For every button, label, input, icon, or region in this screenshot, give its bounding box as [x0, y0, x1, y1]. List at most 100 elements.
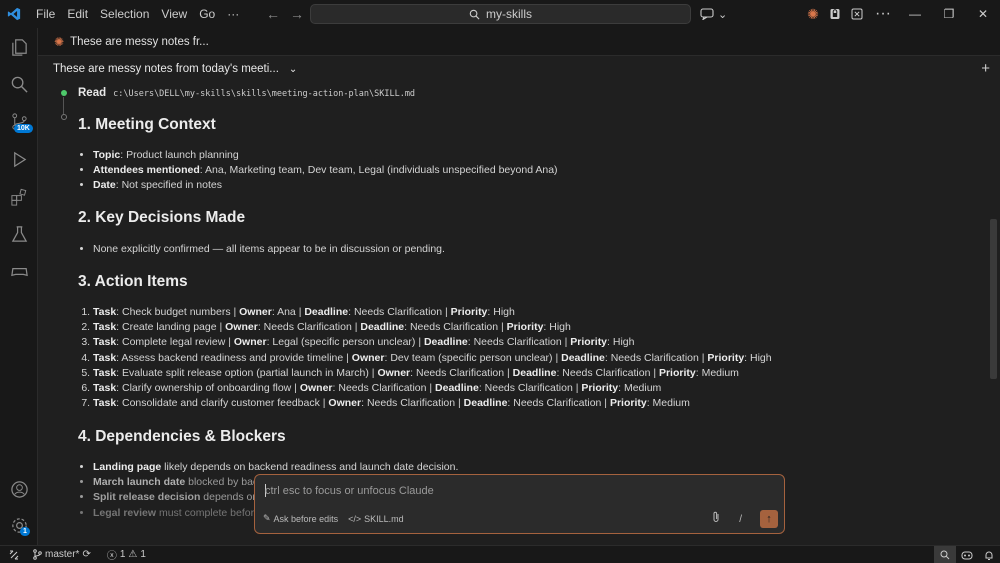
activity-bar: 10K 1 [0, 28, 38, 545]
git-branch-icon [33, 549, 42, 560]
claude-tab-icon: ✺ [54, 34, 65, 49]
action-item: Task: Check budget numbers | Owner: Ana … [93, 305, 772, 320]
minimize-button[interactable]: — [898, 0, 932, 28]
run-debug-icon[interactable] [0, 142, 38, 176]
lock-icon[interactable] [824, 0, 846, 28]
tab-claude-session[interactable]: ✺ These are messy notes fr... [38, 35, 209, 49]
action-item: Task: Assess backend readiness and provi… [93, 351, 772, 366]
chat-footer: ✎ Ask before edits </> SKILL.md [263, 513, 404, 524]
back-arrow-icon[interactable]: ← [266, 6, 280, 22]
file-context-chip[interactable]: </> SKILL.md [348, 514, 404, 524]
heading-meeting-context: 1. Meeting Context [78, 116, 216, 133]
chevron-down-icon: ⌄ [288, 63, 298, 75]
heading-key-decisions: 2. Key Decisions Made [78, 209, 246, 226]
menu-selection[interactable]: Selection [94, 0, 155, 28]
settings-badge: 1 [20, 527, 30, 536]
chat-sparkle-icon [700, 8, 714, 20]
action-item: Task: Clarify ownership of onboarding fl… [93, 381, 772, 396]
chat-toggle-button[interactable]: ⌄ [700, 4, 738, 24]
file-chip-label: SKILL.md [364, 513, 404, 524]
status-right [934, 546, 1000, 563]
error-icon: ⓧ [106, 551, 117, 562]
menu-more[interactable]: ··· [221, 0, 245, 28]
notifications-bell-icon[interactable] [978, 546, 1000, 563]
decisions-list: None explicitly confirmed — all items ap… [93, 242, 445, 257]
chat-input[interactable] [265, 483, 765, 499]
remote-gamepad-icon[interactable] [0, 254, 38, 288]
vscode-logo-icon [0, 0, 28, 28]
error-count: 1 [119, 549, 126, 560]
mode-label: Ask before edits [273, 513, 339, 524]
scrollbar-thumb[interactable] [990, 219, 997, 379]
action-item: Task: Create landing page | Owner: Needs… [93, 320, 772, 335]
code-icon: </> [348, 513, 362, 524]
timeline-dot [61, 114, 67, 120]
conversation-title-dropdown[interactable]: These are messy notes from today's meeti… [53, 63, 297, 75]
branch-status[interactable]: master* ⟳ [28, 549, 95, 560]
list-item: Date: Not specified in notes [93, 178, 558, 193]
search-icon [469, 9, 480, 19]
remote-indicator-icon[interactable] [0, 546, 28, 563]
chat-tools: / ↑ [711, 510, 778, 528]
restore-button[interactable]: ❐ [932, 0, 966, 28]
nav-arrows: ← → [266, 6, 304, 22]
action-item: Task: Consolidate and clarify customer f… [93, 396, 772, 411]
heading-dependencies: 4. Dependencies & Blockers [78, 428, 286, 445]
new-conversation-button[interactable]: + [981, 60, 990, 77]
heading-action-items: 3. Action Items [78, 273, 188, 290]
list-item: Topic: Product launch planning [93, 148, 558, 163]
copilot-icon[interactable] [956, 546, 978, 563]
read-label: Read [78, 87, 107, 99]
branch-name: master* [45, 549, 80, 560]
timeline-line [63, 97, 64, 115]
conversation-title: These are messy notes from today's meeti… [53, 63, 279, 75]
problems-status[interactable]: ⓧ 1 ⚠ 1 [103, 547, 150, 562]
conversation-header: These are messy notes from today's meeti… [38, 57, 1000, 83]
title-right-controls: ✺ ··· — ❐ ✕ [802, 0, 1000, 28]
list-item: None explicitly confirmed — all items ap… [93, 242, 445, 257]
warning-icon: ⚠ [128, 549, 138, 560]
menu-view[interactable]: View [155, 0, 193, 28]
tool-status-dot [61, 90, 67, 96]
chevron-down-icon: ⌄ [718, 8, 728, 21]
menu-file[interactable]: File [30, 0, 61, 28]
editor-tab-bar: ✺ These are messy notes fr... [38, 28, 1000, 56]
title-bar: File Edit Selection View Go ··· ← → my-s… [0, 0, 1000, 28]
warning-count: 1 [140, 549, 146, 560]
chat-input-box: ✎ Ask before edits </> SKILL.md / ↑ [254, 474, 785, 534]
zoom-icon[interactable] [934, 546, 956, 563]
ask-before-edits-button[interactable]: ✎ Ask before edits [263, 513, 338, 524]
sync-icon: ⟳ [82, 549, 91, 560]
context-list: Topic: Product launch planning Attendees… [93, 148, 558, 194]
explorer-icon[interactable] [0, 30, 38, 64]
close-panel-icon[interactable] [846, 0, 868, 28]
testing-flask-icon[interactable] [0, 217, 38, 251]
claude-logo-icon[interactable]: ✺ [802, 0, 824, 28]
action-item: Task: Complete legal review | Owner: Leg… [93, 335, 772, 350]
list-item: Attendees mentioned: Ana, Marketing team… [93, 163, 558, 178]
action-items-list: Task: Check budget numbers | Owner: Ana … [93, 305, 772, 411]
extensions-icon[interactable] [0, 180, 38, 214]
more-actions-icon[interactable]: ··· [868, 0, 898, 28]
command-center-text: my-skills [486, 7, 532, 21]
source-control-icon[interactable]: 10K [0, 104, 38, 138]
status-bar: master* ⟳ ⓧ 1 ⚠ 1 [0, 545, 1000, 563]
arrow-up-icon: ↑ [766, 513, 772, 525]
command-center[interactable]: my-skills [310, 4, 691, 24]
search-activity-icon[interactable] [0, 67, 38, 101]
attach-paperclip-icon[interactable] [711, 510, 721, 528]
slash-command-button[interactable]: / [739, 514, 742, 525]
pencil-icon: ✎ [263, 513, 271, 523]
read-tool-line: Read c:\Users\DELL\my-skills\skills\meet… [78, 87, 415, 99]
source-control-badge: 10K [14, 124, 33, 133]
settings-gear-icon[interactable]: 1 [0, 508, 38, 542]
read-path[interactable]: c:\Users\DELL\my-skills\skills\meeting-a… [113, 89, 415, 99]
menu-edit[interactable]: Edit [61, 0, 94, 28]
menu-bar: File Edit Selection View Go ··· [30, 0, 245, 28]
forward-arrow-icon[interactable]: → [290, 6, 304, 22]
close-window-button[interactable]: ✕ [966, 0, 1000, 28]
tab-label: These are messy notes fr... [70, 35, 209, 48]
account-icon[interactable] [0, 472, 38, 506]
send-button[interactable]: ↑ [760, 510, 778, 528]
menu-go[interactable]: Go [193, 0, 221, 28]
